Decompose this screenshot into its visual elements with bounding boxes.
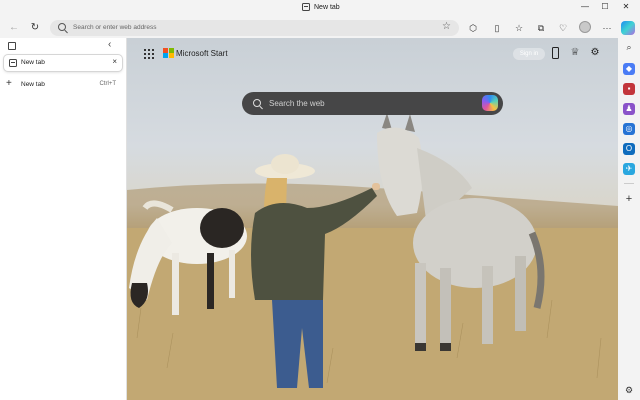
- new-tab-button[interactable]: + New tab Ctrl+T: [6, 78, 117, 91]
- signin-button[interactable]: Sign in: [513, 48, 545, 60]
- new-tab-page: Microsoft Start Sign in ♕ ⚙ Search the w…: [127, 38, 618, 400]
- phone-icon[interactable]: [552, 47, 559, 59]
- address-placeholder: Search or enter web address: [73, 24, 157, 31]
- sidebar-settings-icon[interactable]: ⚙: [623, 384, 635, 396]
- extensions-icon[interactable]: ⬡: [467, 22, 479, 34]
- close-window-button[interactable]: ✕: [619, 2, 633, 11]
- microsoft-365-icon[interactable]: ◎: [623, 123, 635, 135]
- copilot-icon[interactable]: [621, 21, 635, 35]
- tab-page-icon: [9, 59, 17, 67]
- browser-essentials-icon[interactable]: ♡: [557, 22, 569, 34]
- maximize-button[interactable]: ☐: [598, 2, 612, 11]
- rewards-trophy-icon[interactable]: ♕: [569, 47, 581, 58]
- close-tab-icon[interactable]: ×: [112, 57, 117, 66]
- add-app-icon[interactable]: +: [623, 193, 635, 205]
- new-tab-shortcut: Ctrl+T: [99, 81, 117, 87]
- tab-page-icon: [302, 3, 310, 11]
- sidebar-rail: ⌕ ◆ ▪ ♟ ◎ O ✈ + ⚙: [618, 38, 640, 400]
- collections-icon[interactable]: ⧉: [535, 22, 547, 34]
- more-menu-icon[interactable]: ···: [601, 22, 613, 34]
- search-icon: [58, 23, 66, 31]
- drop-icon[interactable]: ✈: [623, 163, 635, 175]
- app-launcher-icon[interactable]: [144, 49, 154, 59]
- browser-toolbar: ← ↻ Search or enter web address ☆ ⬡ ▯ ☆ …: [0, 18, 640, 38]
- search-placeholder: Search the web: [269, 99, 325, 108]
- collapse-pane-icon[interactable]: ‹: [108, 39, 111, 50]
- search-icon[interactable]: ⌕: [623, 41, 635, 53]
- rail-divider: [624, 183, 634, 184]
- split-screen-icon[interactable]: ▯: [491, 22, 503, 34]
- games-icon[interactable]: ♟: [623, 103, 635, 115]
- minimize-button[interactable]: —: [578, 2, 592, 11]
- vertical-tabs-pane: ‹ New tab × + New tab Ctrl+T: [0, 38, 127, 400]
- search-icon: [253, 99, 261, 107]
- tab-label: New tab: [21, 59, 45, 66]
- tab-actions-icon[interactable]: [8, 42, 16, 50]
- brand-title[interactable]: Microsoft Start: [176, 49, 228, 58]
- new-tab-label: New tab: [21, 81, 45, 88]
- copilot-icon[interactable]: [482, 95, 498, 111]
- outlook-icon[interactable]: O: [623, 143, 635, 155]
- web-search-box[interactable]: Search the web: [242, 92, 503, 115]
- window-title-text: New tab: [314, 3, 340, 11]
- tab-new-tab[interactable]: New tab ×: [4, 55, 122, 71]
- microsoft-logo-icon: [163, 48, 174, 58]
- address-bar[interactable]: Search or enter web address ☆: [50, 20, 459, 36]
- refresh-button[interactable]: ↻: [28, 21, 42, 35]
- favorites-icon[interactable]: ☆: [513, 22, 525, 34]
- page-settings-icon[interactable]: ⚙: [589, 47, 601, 58]
- window-title: New tab: [302, 3, 340, 11]
- back-button[interactable]: ←: [7, 21, 21, 35]
- plus-icon: +: [6, 78, 12, 89]
- title-bar: New tab — ☐ ✕: [0, 0, 640, 18]
- tools-briefcase-icon[interactable]: ▪: [623, 83, 635, 95]
- shopping-tag-icon[interactable]: ◆: [623, 63, 635, 75]
- favorite-star-icon[interactable]: ☆: [442, 21, 451, 32]
- profile-avatar[interactable]: [579, 21, 591, 33]
